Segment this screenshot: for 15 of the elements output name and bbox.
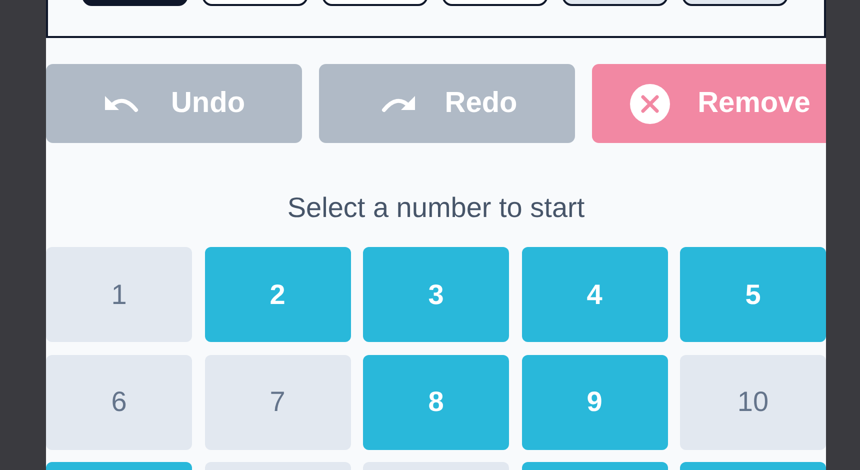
number-tile[interactable]: 10 <box>680 354 826 450</box>
number-tile[interactable]: 1 <box>46 247 192 342</box>
number-tile[interactable]: 4 <box>522 247 668 342</box>
number-tile[interactable]: 3 <box>363 247 509 342</box>
number-tile[interactable]: 9 <box>522 354 668 450</box>
number-tile[interactable]: 8 <box>363 354 509 450</box>
remove-button[interactable]: Remove <box>592 64 826 143</box>
instruction-text: Select a number to start <box>286 191 586 225</box>
close-icon <box>630 84 670 124</box>
number-tile[interactable]: 2 <box>204 247 350 342</box>
number-tile[interactable]: 5 <box>680 247 826 342</box>
number-tile[interactable]: 7 <box>204 354 350 450</box>
number-tile[interactable]: 6 <box>46 354 192 450</box>
undo-button[interactable]: Undo <box>46 64 302 143</box>
redo-button[interactable]: Redo <box>319 64 575 143</box>
